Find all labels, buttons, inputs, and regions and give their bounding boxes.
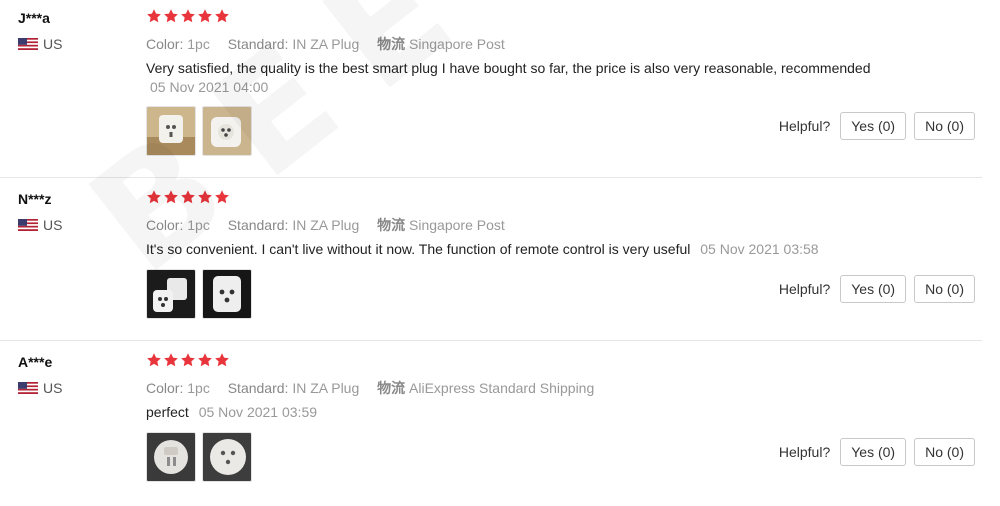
review-date: 05 Nov 2021 03:58 [700, 241, 819, 257]
helpful-no-button[interactable]: No (0) [914, 275, 975, 303]
shipping-value: AliExpress Standard Shipping [409, 380, 595, 396]
review-photo[interactable] [202, 269, 252, 319]
standard-value: IN ZA Plug [292, 217, 360, 233]
star-icon [146, 189, 162, 205]
standard-label: Standard: [227, 380, 289, 396]
helpful-yes-button[interactable]: Yes (0) [840, 275, 907, 303]
helpful-yes-button[interactable]: Yes (0) [840, 112, 907, 140]
star-icon [197, 8, 213, 24]
reviewer-country: US [18, 217, 62, 233]
star-icon [146, 352, 162, 368]
shipping-value: Singapore Post [409, 217, 505, 233]
review-divider [0, 177, 982, 178]
review-photo[interactable] [146, 432, 196, 482]
star-icon [180, 189, 196, 205]
helpful-vote: Helpful? Yes (0) No (0) [779, 275, 975, 303]
review-divider [0, 340, 982, 341]
review-photos [146, 106, 252, 156]
review-photo[interactable] [146, 269, 196, 319]
review-item: A***e US Color: 1pc Standard: IN ZA Plug… [0, 344, 1000, 506]
star-rating [146, 352, 230, 368]
color-value: 1pc [187, 217, 210, 233]
star-icon [180, 352, 196, 368]
shipping-value: Singapore Post [409, 36, 505, 52]
reviewer-name: A***e [18, 354, 53, 370]
sku-attributes: Color: 1pc Standard: IN ZA Plug 物流 Singa… [146, 215, 519, 235]
color-label: Color: [146, 36, 184, 52]
review-date: 05 Nov 2021 04:00 [150, 79, 269, 95]
star-rating [146, 8, 230, 24]
review-text: Very satisfied, the quality is the best … [146, 60, 871, 76]
star-icon [163, 8, 179, 24]
review-photos [146, 269, 252, 319]
helpful-no-button[interactable]: No (0) [914, 438, 975, 466]
helpful-no-button[interactable]: No (0) [914, 112, 975, 140]
star-rating [146, 189, 230, 205]
shipping-label: 物流 [377, 380, 406, 396]
country-code: US [43, 380, 63, 396]
reviewer-country: US [18, 36, 62, 52]
standard-value: IN ZA Plug [292, 380, 360, 396]
helpful-yes-button[interactable]: Yes (0) [840, 438, 907, 466]
review-text-row: It's so convenient. I can't live without… [146, 241, 819, 257]
sku-attributes: Color: 1pc Standard: IN ZA Plug 物流 AliEx… [146, 378, 608, 398]
reviewer-country: US [18, 380, 62, 396]
shipping-label: 物流 [377, 217, 406, 233]
color-label: Color: [146, 217, 184, 233]
sku-attributes: Color: 1pc Standard: IN ZA Plug 物流 Singa… [146, 34, 519, 54]
color-value: 1pc [187, 380, 210, 396]
star-icon [197, 352, 213, 368]
helpful-label: Helpful? [778, 444, 831, 460]
review-item: J***a US Color: 1pc Standard: IN ZA Plug… [0, 0, 1000, 162]
standard-value: IN ZA Plug [292, 36, 360, 52]
star-icon [180, 8, 196, 24]
country-code: US [43, 217, 63, 233]
color-label: Color: [146, 380, 184, 396]
star-icon [146, 8, 162, 24]
star-icon [163, 352, 179, 368]
us-flag-icon [18, 382, 38, 394]
us-flag-icon [18, 219, 38, 231]
review-item: N***z US Color: 1pc Standard: IN ZA Plug… [0, 181, 1000, 343]
shipping-label: 物流 [377, 36, 406, 52]
color-value: 1pc [187, 36, 210, 52]
standard-label: Standard: [227, 36, 289, 52]
star-icon [214, 8, 230, 24]
helpful-label: Helpful? [778, 281, 831, 297]
standard-label: Standard: [227, 217, 289, 233]
review-photo[interactable] [202, 106, 252, 156]
helpful-label: Helpful? [778, 118, 831, 134]
reviewer-name: J***a [18, 10, 50, 26]
star-icon [214, 352, 230, 368]
us-flag-icon [18, 38, 38, 50]
review-text: It's so convenient. I can't live without… [146, 241, 691, 257]
helpful-vote: Helpful? Yes (0) No (0) [779, 438, 975, 466]
star-icon [163, 189, 179, 205]
country-code: US [43, 36, 63, 52]
star-icon [214, 189, 230, 205]
star-icon [197, 189, 213, 205]
review-date: 05 Nov 2021 03:59 [198, 404, 318, 420]
review-photo[interactable] [146, 106, 196, 156]
review-text: perfect [146, 404, 189, 420]
review-photo[interactable] [202, 432, 252, 482]
review-photos [146, 432, 252, 482]
review-text-row: perfect 05 Nov 2021 03:59 [146, 404, 317, 420]
helpful-vote: Helpful? Yes (0) No (0) [779, 112, 975, 140]
reviewer-name: N***z [18, 191, 52, 207]
